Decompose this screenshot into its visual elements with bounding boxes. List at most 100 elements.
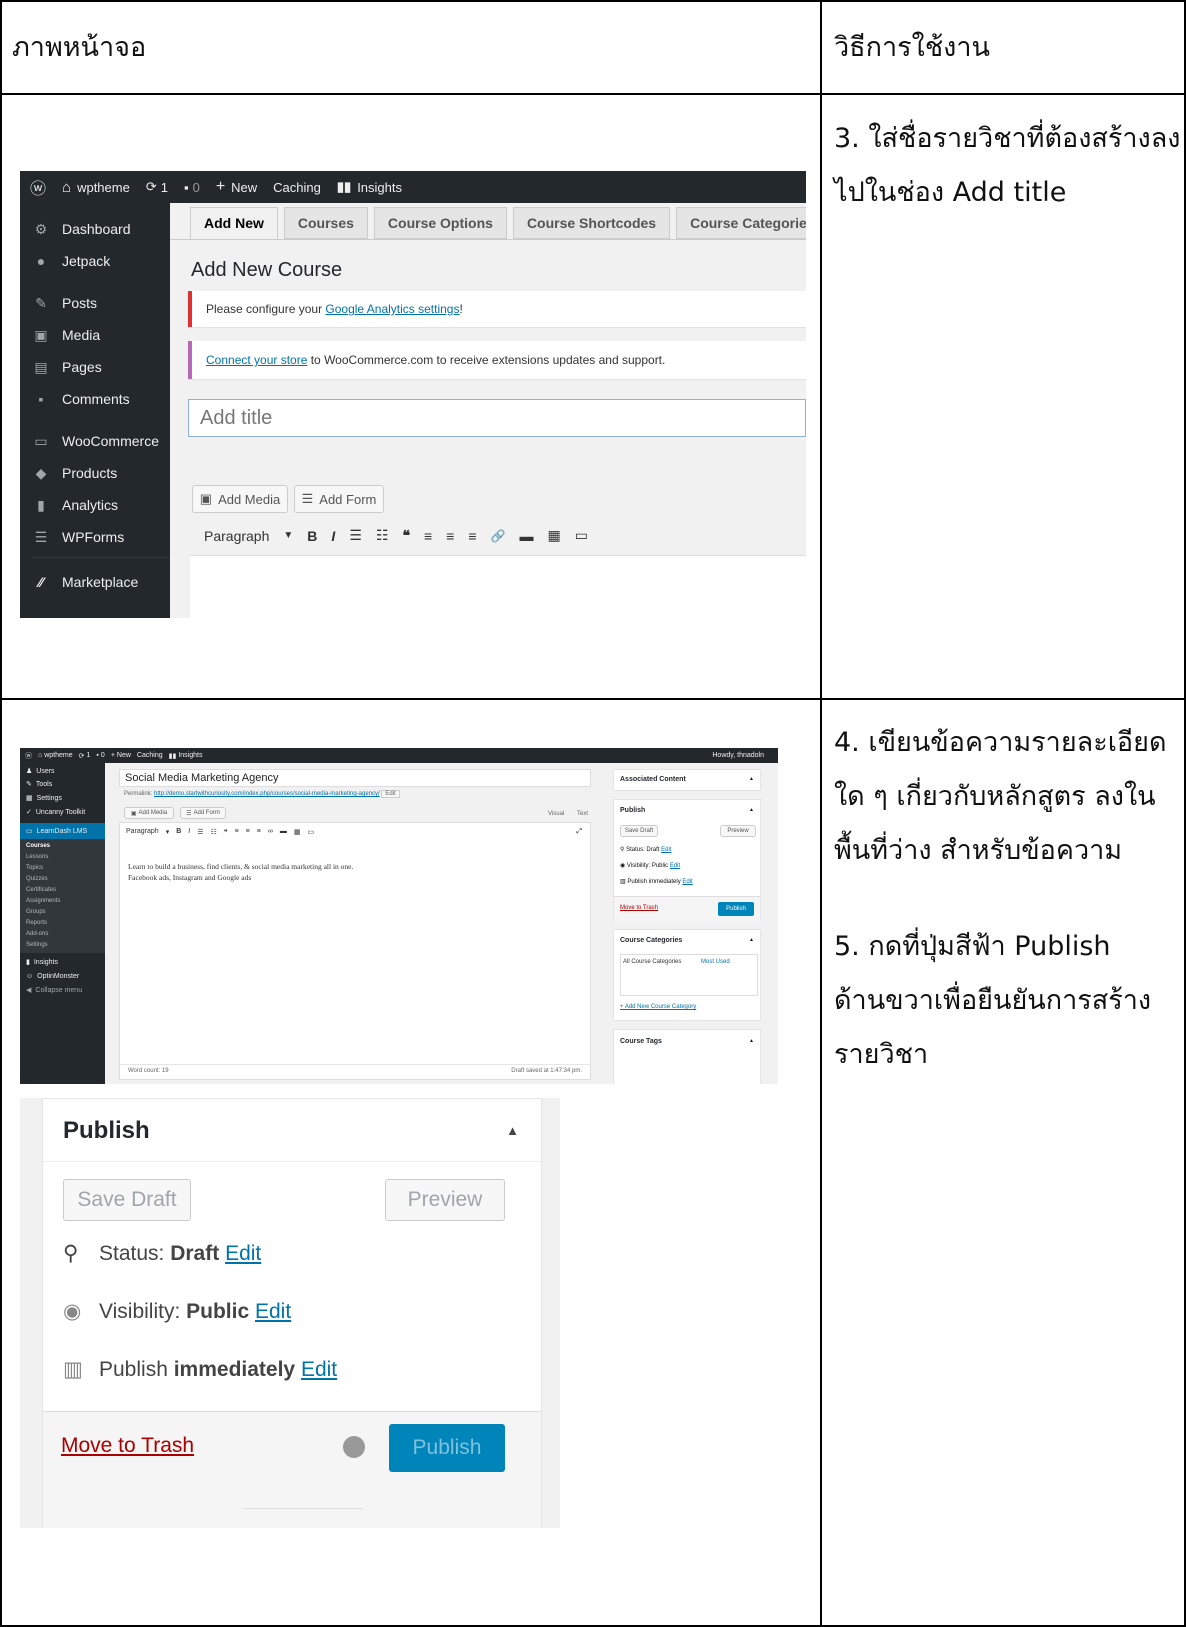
toggle-arrow-icon[interactable]: ▲ [749,776,754,782]
numbered-list-icon[interactable]: ☷ [376,527,389,544]
sidebar-item-marketplace[interactable]: ⁄⁄ Marketplace [32,568,170,596]
visibility-edit-link[interactable]: Edit [670,863,680,869]
monitor-icon[interactable]: ▭ [307,828,314,836]
toggle-arrow-icon[interactable]: ▲ [749,937,754,943]
sidebar-item-tools[interactable]: ✎ Tools [26,777,105,791]
permalink-url[interactable]: http://demo.startwithcuriosity.com/index… [154,791,380,797]
numbered-list-icon[interactable]: ☷ [211,828,217,836]
submenu-groups[interactable]: Groups [26,907,105,918]
link-icon[interactable]: ∞ [268,828,273,836]
visibility-edit-link[interactable]: Edit [255,1300,291,1323]
add-media-button[interactable]: ▣ Add Media [192,485,288,513]
add-form-button[interactable]: ☰ Add Form [180,807,226,819]
tab-most-used[interactable]: Most Used [701,959,730,965]
submenu-quizzes[interactable]: Quizzes [26,874,105,885]
sidebar-item-woocommerce[interactable]: ▭ WooCommerce [32,425,170,457]
fullscreen-icon[interactable]: ⤢ [576,828,582,836]
align-left-icon[interactable]: ≡ [235,828,239,836]
sidebar-item-wpforms[interactable]: ☰ WPForms [32,521,170,553]
paragraph-select[interactable]: Paragraph [204,528,269,544]
home-icon[interactable]: ⌂ [38,752,42,759]
toolbar-toggle-icon[interactable]: ▦ [294,828,301,836]
tab-course-options[interactable]: Course Options [373,207,507,239]
plus-icon[interactable]: + [216,178,225,196]
site-name[interactable]: wptheme [77,180,130,195]
visual-tab[interactable]: Visual [548,811,564,817]
comment-icon[interactable]: ▪ [184,180,189,195]
updates-count[interactable]: 1 [87,752,91,759]
sidebar-item-media[interactable]: ▣ Media [32,319,170,351]
publish-button[interactable]: Publish [389,1424,505,1472]
sidebar-item-jetpack[interactable]: ● Jetpack [32,245,170,277]
wordpress-logo-icon[interactable]: ⓦ [30,175,46,199]
blockquote-icon[interactable]: ❝ [224,828,228,836]
schedule-edit-link[interactable]: Edit [682,879,692,885]
save-draft-button[interactable]: Save Draft [620,825,658,837]
caching-menu[interactable]: Caching [273,180,321,195]
updates-icon[interactable]: ⟳ [79,752,85,760]
sidebar-item-insights[interactable]: ▮ Insights [26,955,105,969]
comments-count[interactable]: 0 [101,752,105,759]
collapse-menu[interactable]: ◀ Collapse menu [26,983,105,997]
toggle-arrow-icon[interactable]: ▲ [749,807,754,813]
sidebar-item-users[interactable]: ♟ Users [26,765,105,777]
wordpress-logo-icon[interactable]: ⓦ [25,751,32,761]
add-media-button[interactable]: ▣ Add Media [124,807,174,819]
new-menu[interactable]: New [231,180,257,195]
tab-courses[interactable]: Courses [283,207,368,239]
comment-icon[interactable]: ▪ [96,752,98,759]
toggle-arrow-icon[interactable]: ▲ [749,1038,754,1044]
tab-course-categories[interactable]: Course Categories [676,207,806,239]
comments-count[interactable]: 0 [193,180,200,195]
post-title-input[interactable]: Social Media Marketing Agency [119,769,591,787]
status-edit-link[interactable]: Edit [225,1242,261,1265]
new-menu[interactable]: New [117,752,131,759]
read-more-icon[interactable]: ▬ [280,828,287,836]
text-tab[interactable]: Text [577,811,588,817]
move-to-trash-link[interactable]: Move to Trash [620,905,658,911]
google-analytics-settings-link[interactable]: Google Analytics settings [325,302,459,316]
preview-button[interactable]: Preview [720,825,756,837]
permalink-edit-button[interactable]: Edit [381,790,400,798]
sidebar-item-settings[interactable]: ▦ Settings [26,791,105,805]
align-left-icon[interactable]: ≡ [424,528,432,544]
submenu-certificates[interactable]: Certificates [26,885,105,896]
tab-all-categories[interactable]: All Course Categories [623,959,681,965]
align-center-icon[interactable]: ≡ [246,828,250,836]
bullet-list-icon[interactable]: ☰ [349,527,362,544]
insights-menu[interactable]: Insights [178,752,202,759]
connect-store-link[interactable]: Connect your store [206,353,307,367]
caching-menu[interactable]: Caching [137,752,163,759]
status-edit-link[interactable]: Edit [661,847,671,853]
submenu-courses[interactable]: Courses [26,841,105,852]
sidebar-item-products[interactable]: ◆ Products [32,457,170,489]
tab-course-shortcodes[interactable]: Course Shortcodes [512,207,671,239]
site-name[interactable]: wptheme [44,752,72,759]
submenu-settings[interactable]: Settings [26,940,105,951]
publish-button[interactable]: Publish [718,902,754,916]
insights-icon[interactable]: ▮▮ [169,752,177,760]
schedule-edit-link[interactable]: Edit [301,1358,337,1381]
submenu-reports[interactable]: Reports [26,918,105,929]
plus-icon[interactable]: + [111,752,115,759]
sidebar-item-uncanny-toolkit[interactable]: ✓ Uncanny Toolkit [26,805,105,819]
sidebar-item-learndash[interactable]: ▭ LearnDash LMS [20,823,105,839]
sidebar-item-posts[interactable]: ✎ Posts [32,287,170,319]
toggle-arrow-icon[interactable]: ▲ [506,1123,519,1138]
add-form-button[interactable]: ☰ Add Form [294,485,384,513]
read-more-icon[interactable]: ▬ [519,528,533,544]
preview-button[interactable]: Preview [385,1179,505,1221]
add-category-link[interactable]: + Add New Course Category [620,1004,696,1010]
submenu-add-ons[interactable]: Add-ons [26,929,105,940]
sidebar-item-pages[interactable]: ▤ Pages [32,351,170,383]
align-right-icon[interactable]: ≡ [257,828,261,836]
toolbar-toggle-icon[interactable]: ▦ [547,527,560,544]
editor-content[interactable]: Learn to build a business, find clients,… [128,861,353,883]
italic-icon[interactable]: I [331,528,335,544]
chevron-down-icon[interactable]: ▾ [166,828,170,836]
sidebar-item-optinmonster[interactable]: ☺ OptinMonster [26,969,105,983]
insights-menu[interactable]: Insights [357,180,402,195]
insights-icon[interactable]: ▮▮ [337,179,351,195]
save-draft-button[interactable]: Save Draft [63,1179,191,1221]
submenu-lessons[interactable]: Lessons [26,852,105,863]
